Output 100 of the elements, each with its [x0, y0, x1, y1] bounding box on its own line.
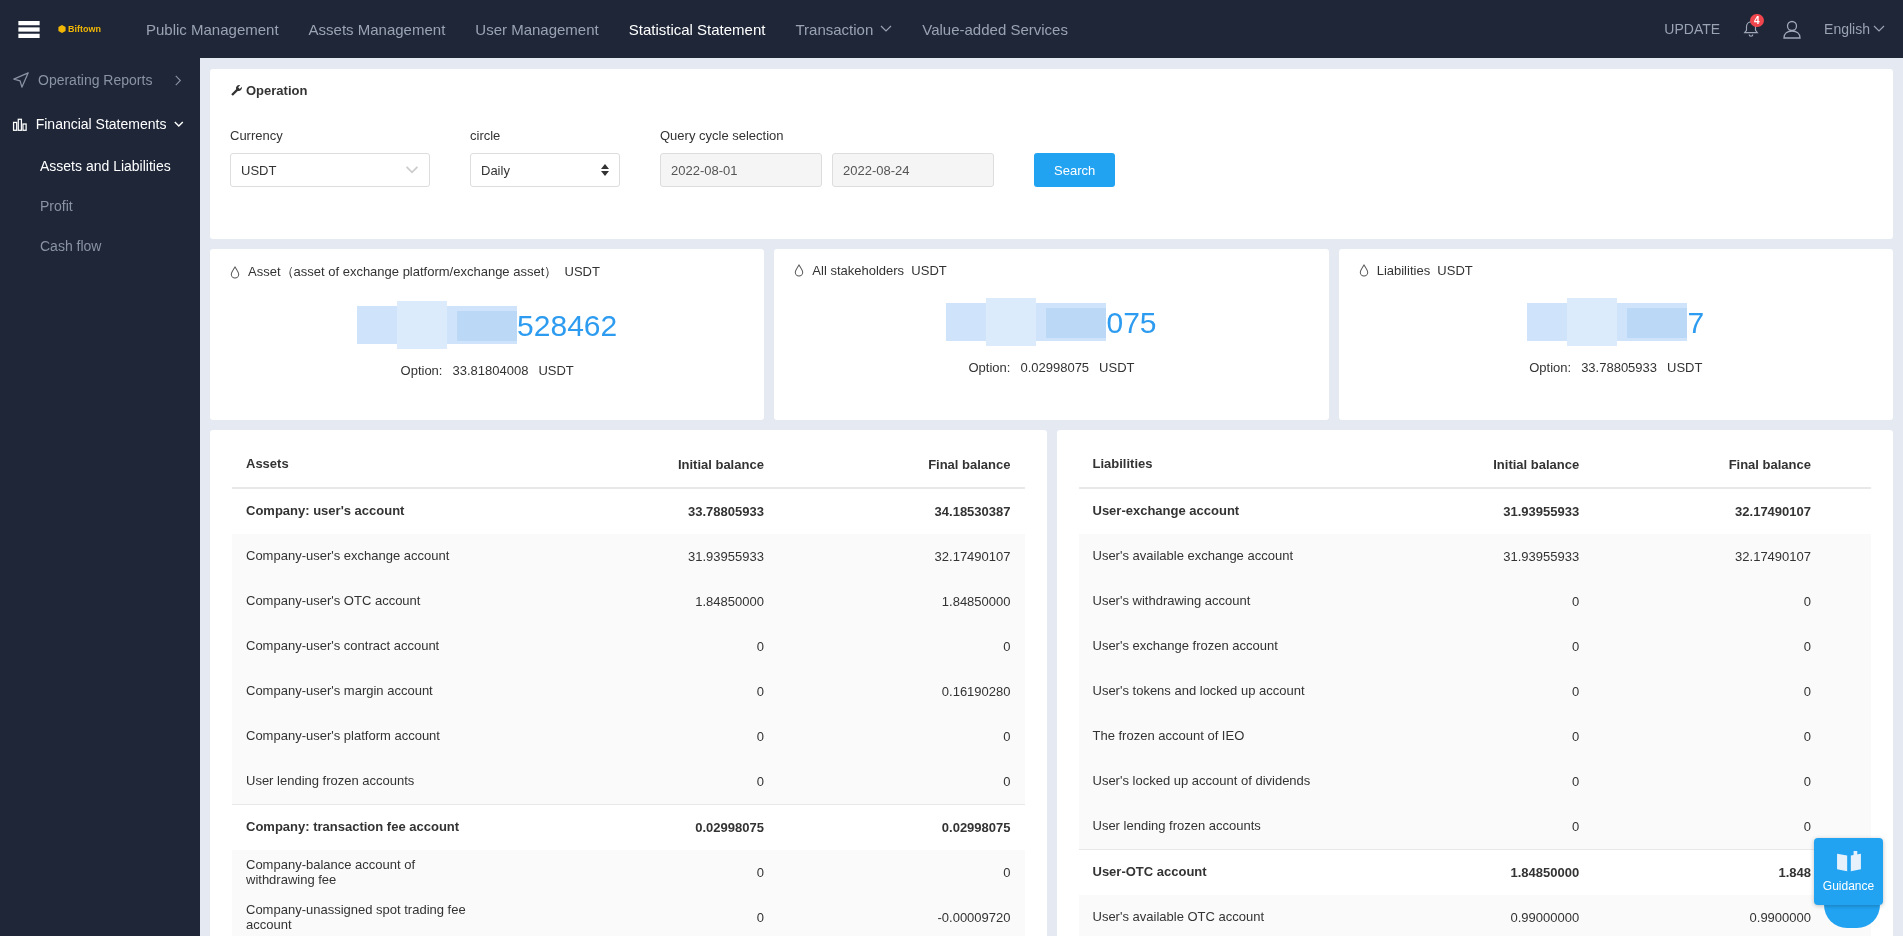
table-cell-text: 0 — [1571, 729, 1580, 744]
language-selector[interactable]: English — [1824, 21, 1885, 37]
logo-icon — [58, 25, 66, 33]
option-unit: USDT — [1667, 360, 1703, 375]
sidebar-subitem[interactable]: Assets and Liabilities — [0, 146, 200, 186]
nav-link[interactable]: User Management — [460, 20, 614, 38]
column-header: Assets — [246, 457, 290, 472]
table-cell-text: The frozen account of IEO — [1092, 729, 1246, 744]
card-title: Liabilities USDT — [1376, 263, 1473, 278]
card-title: All stakeholders USDT — [812, 263, 947, 278]
table-cell-text: 0 — [1802, 774, 1811, 789]
table-cell-text: -0.00009720 — [936, 910, 1011, 925]
nav-link[interactable]: Transaction — [780, 20, 908, 38]
field-label: circle — [470, 128, 502, 143]
table-cell-text: Company-user's contract account — [246, 639, 441, 654]
table-cell-text: 0 — [1802, 594, 1811, 609]
table-cell-text: 0 — [755, 774, 764, 789]
table-cell-text: Company-user's OTC account — [246, 594, 422, 609]
table-cell-text: 0 — [1002, 865, 1011, 880]
update-link[interactable]: UPDATE — [1664, 21, 1721, 37]
table-cell-text: 0 — [1802, 684, 1811, 699]
table-cell-text: User-OTC account — [1092, 865, 1208, 880]
notification-badge: 4 — [1750, 14, 1764, 27]
table-cell-text: 0.16190280 — [940, 684, 1011, 699]
panel-title: Operation — [246, 83, 308, 98]
table-cell-text: 1.84850000 — [694, 594, 764, 609]
column-header: Initial balance — [1492, 457, 1580, 472]
nav-link[interactable]: Value-added Services — [907, 20, 1083, 38]
table-cell-text: 31.93955933 — [1502, 504, 1580, 519]
table-cell-text: 0 — [1571, 684, 1580, 699]
table-cell-text: 32.17490107 — [1734, 549, 1811, 564]
paper-plane-icon — [12, 71, 30, 89]
table-cell-text: 0 — [755, 639, 764, 654]
option-unit: USDT — [538, 363, 574, 378]
column-header: Final balance — [927, 457, 1011, 472]
chevron-right-icon — [173, 74, 184, 86]
table-cell-text: User-exchange account — [1092, 504, 1241, 519]
chevron-down-icon — [1873, 25, 1885, 33]
sidebar-subitem[interactable]: Profit — [0, 186, 200, 226]
table-cell-text: 0.99000000 — [1509, 910, 1580, 925]
table-cell-text: 33.78805933 — [686, 504, 764, 519]
sidebar-item[interactable]: Financial Statements — [0, 102, 200, 146]
sidebar-item[interactable]: Operating Reports — [0, 58, 200, 102]
user-icon[interactable] — [1782, 19, 1803, 39]
option-label: Option: — [1529, 360, 1572, 375]
option-label: Option: — [968, 360, 1011, 375]
nav-link[interactable]: Assets Management — [293, 20, 461, 38]
table-cell-text: 0 — [1571, 819, 1580, 834]
option-value: 33.78805933 — [1581, 360, 1658, 375]
table-cell-text: 0 — [755, 684, 764, 699]
table-cell-text: 31.93955933 — [1502, 549, 1580, 564]
table-cell-text: User's withdrawing account — [1092, 594, 1252, 609]
table-cell-text: 0 — [755, 865, 764, 880]
table-cell-text: 0 — [1802, 729, 1811, 744]
table-cell-text: 0.9900000 — [1748, 910, 1811, 925]
table-cell-text: 0 — [755, 910, 764, 925]
table-cell-text: Company: transaction fee account — [246, 820, 461, 835]
table-cell-text: User's exchange frozen account — [1092, 639, 1279, 654]
table-cell-text: 32.17490107 — [1734, 504, 1811, 519]
table-cell-text: Company-user's platform account — [246, 729, 441, 744]
table-cell-text: User lending frozen accounts — [1092, 819, 1262, 834]
book-icon — [1834, 850, 1863, 873]
drop-icon — [230, 265, 240, 279]
field-label: Query cycle selection — [660, 128, 785, 143]
table-cell-text: 1.84850000 — [1509, 865, 1580, 880]
circle-select[interactable]: Daily — [470, 153, 620, 187]
chevron-down-icon — [405, 165, 419, 175]
table-cell-text: Company: user's account — [246, 504, 406, 519]
table-cell-text: Company-user's margin account — [246, 684, 434, 699]
drop-icon — [794, 264, 805, 277]
table-cell-text: 0 — [1002, 729, 1011, 744]
table-cell-text: 0 — [1002, 774, 1011, 789]
end-date-field[interactable]: 2022-08-24 — [832, 153, 994, 187]
logo-text: Biftown — [68, 24, 101, 34]
table-cell-text: 0 — [1571, 639, 1580, 654]
option-value: 33.81804008 — [452, 363, 529, 378]
table-cell-text: 34.18530387 — [933, 504, 1011, 519]
option-value: 0.02998075 — [1020, 360, 1090, 375]
column-header: Initial balance — [676, 457, 764, 472]
table-cell-text: 0 — [1802, 639, 1811, 654]
table-cell-text: Company-unassigned spot trading fee account — [246, 902, 467, 933]
amount-value: 7 — [1687, 306, 1705, 340]
currency-select[interactable]: USDT — [230, 153, 430, 187]
wrench-icon — [230, 84, 243, 97]
table-cell-text: 0.02998075 — [694, 820, 764, 835]
nav-link[interactable]: Statistical Statement — [613, 20, 781, 38]
table-cell-text: 0 — [1002, 639, 1011, 654]
nav-link[interactable]: Public Management — [131, 20, 294, 38]
table-cell-text: 1.848 — [1777, 865, 1811, 880]
table-cell-text: Company-balance account of withdrawing fee — [246, 857, 417, 888]
menu-icon[interactable] — [18, 20, 40, 38]
start-date-field[interactable]: 2022-08-01 — [660, 153, 822, 187]
table-cell-text: 1.84850000 — [940, 594, 1011, 609]
sidebar-subitem[interactable]: Cash flow — [0, 226, 200, 266]
amount-value: 075 — [1106, 306, 1157, 340]
card-title: Asset（asset of exchange platform/exchange asset） USDT — [248, 263, 600, 281]
table-cell-text: 0 — [1571, 774, 1580, 789]
table-cell-text: User's locked up account of dividends — [1092, 774, 1312, 789]
table-cell-text: 32.17490107 — [933, 549, 1011, 564]
drop-icon — [1358, 264, 1369, 277]
